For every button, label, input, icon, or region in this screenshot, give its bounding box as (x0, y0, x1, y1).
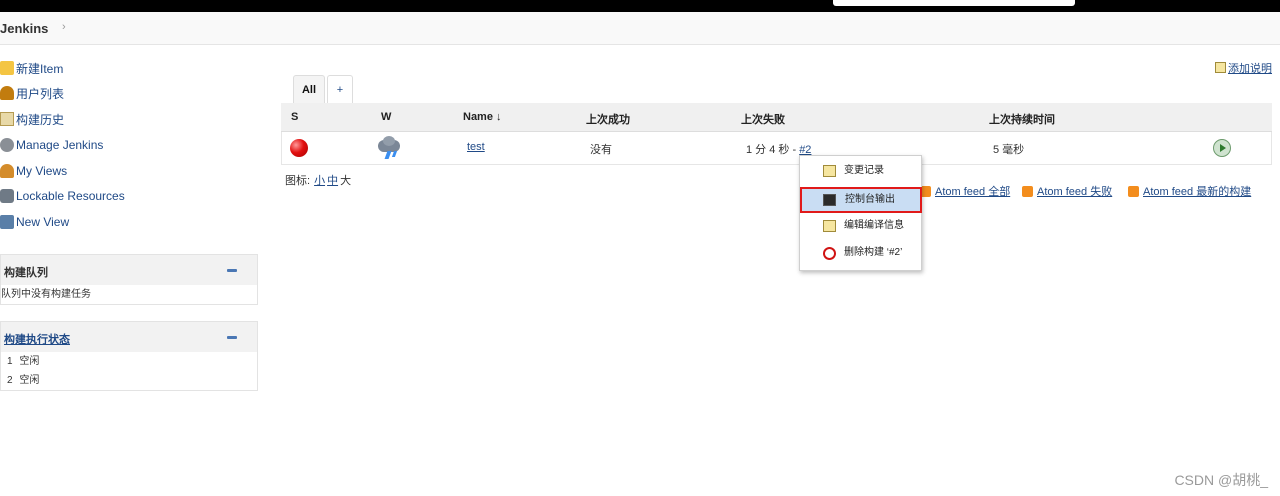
sidebar-item-new-view[interactable]: New View (0, 212, 69, 232)
tab-add-view[interactable]: + (327, 75, 353, 104)
feed-all-link[interactable]: Atom feed 全部 (920, 183, 1010, 199)
feed-label: Atom feed 失败 (1037, 186, 1113, 198)
search-box[interactable] (833, 0, 1075, 6)
sidebar-item-new-item[interactable]: 新建Item (0, 58, 63, 78)
sidebar-item-build-history[interactable]: 构建历史 (0, 109, 64, 129)
people-icon (0, 86, 14, 100)
job-name-link[interactable]: test (467, 141, 485, 153)
last-success-value: 没有 (590, 144, 612, 156)
tab-all[interactable]: All (293, 75, 325, 104)
executors-header: 构建执行状态 (1, 322, 257, 352)
breadcrumb-jenkins-home[interactable]: Jenkins (0, 21, 48, 36)
menu-item-label: 编辑编译信息 (844, 220, 904, 231)
top-header-bar (0, 0, 1280, 12)
column-header-name[interactable]: Name ↓ (463, 111, 502, 123)
feed-label: Atom feed 最新的构建 (1143, 186, 1252, 198)
sidebar-item-lockable-resources[interactable]: Lockable Resources (0, 186, 125, 206)
user-icon (0, 164, 14, 178)
sidebar-item-label: New View (16, 215, 70, 229)
menu-item-label: 删除构建 ‘#2’ (844, 247, 903, 258)
menu-item-edit-build-info[interactable]: 编辑编译信息 (801, 214, 920, 238)
executor-status: 空闲 (19, 356, 40, 367)
icon-size-large[interactable]: 大 (340, 175, 351, 187)
sidebar-item-label: Lockable Resources (16, 189, 125, 203)
icon-size-legend: 图标: 小中大 (285, 172, 351, 188)
build-queue-header: 构建队列 (1, 255, 257, 285)
gear-icon (0, 138, 14, 152)
build-queue-title: 构建队列 (4, 267, 48, 279)
feed-label: Atom feed 全部 (935, 186, 1011, 198)
new-item-icon (0, 61, 14, 75)
schedule-build-icon[interactable] (1213, 139, 1231, 157)
column-header-last-failure[interactable]: 上次失败 (741, 111, 785, 127)
build-context-menu: 变更记录 控制台输出 编辑编译信息 删除构建 ‘#2’ (799, 155, 922, 271)
menu-item-delete-build[interactable]: 删除构建 ‘#2’ (801, 241, 920, 265)
table-row: test 没有 1 分 4 秒 - #2 5 毫秒 (281, 132, 1272, 165)
menu-item-label: 变更记录 (844, 165, 884, 176)
sidebar-item-manage-jenkins[interactable]: Manage Jenkins (0, 135, 103, 155)
add-description-label: 添加说明 (1228, 63, 1272, 75)
executor-number: 1 (7, 356, 13, 367)
executor-number: 2 (7, 375, 13, 386)
lock-icon (0, 189, 14, 203)
table-header: S W Name ↓ 上次成功 上次失败 上次持续时间 (281, 103, 1272, 132)
menu-item-console-output[interactable]: 控制台输出 (800, 187, 922, 213)
status-failed-icon (290, 139, 308, 157)
sidebar-item-label: 用户列表 (16, 86, 65, 101)
sidebar-item-people[interactable]: 用户列表 (0, 83, 64, 103)
last-failure-time: 1 分 4 秒 - (746, 144, 800, 156)
notepad-icon (823, 165, 836, 177)
executor-row: 2 空闲 (1, 371, 257, 390)
edit-note-icon (1215, 62, 1226, 73)
add-description-link[interactable]: 添加说明 (1215, 60, 1272, 76)
column-header-last-duration[interactable]: 上次持续时间 (989, 111, 1055, 127)
icon-size-label: 图标: (285, 175, 311, 187)
column-header-status[interactable]: S (291, 111, 298, 123)
folder-icon (0, 215, 14, 229)
weather-storm-icon (378, 136, 402, 159)
menu-item-changes[interactable]: 变更记录 (801, 159, 920, 183)
last-duration-value: 5 毫秒 (993, 144, 1025, 156)
menu-item-label: 控制台输出 (845, 194, 895, 205)
sidebar-item-label: Manage Jenkins (16, 138, 104, 152)
collapse-icon[interactable] (227, 269, 237, 272)
rss-icon (1128, 186, 1139, 197)
sidebar-item-label: 构建历史 (16, 112, 65, 127)
feed-latest-link[interactable]: Atom feed 最新的构建 (1128, 183, 1251, 199)
executor-status: 空闲 (19, 375, 40, 386)
icon-size-small[interactable]: 小 (314, 175, 325, 187)
executors-pane: 构建执行状态 1 空闲 2 空闲 (0, 321, 258, 391)
delete-icon (823, 247, 836, 260)
collapse-icon[interactable] (227, 336, 237, 339)
executor-row: 1 空闲 (1, 352, 257, 371)
sidebar-item-my-views[interactable]: My Views (0, 161, 67, 181)
sidebar-item-label: My Views (16, 164, 68, 178)
breadcrumb: Jenkins › (0, 12, 1280, 45)
column-header-last-success[interactable]: 上次成功 (586, 111, 630, 127)
column-header-weather[interactable]: W (381, 111, 391, 123)
executors-title[interactable]: 构建执行状态 (4, 331, 70, 347)
rss-icon (1022, 186, 1033, 197)
icon-size-medium[interactable]: 中 (327, 175, 338, 187)
build-history-icon (0, 112, 14, 126)
build-queue-pane: 构建队列 队列中没有构建任务 (0, 254, 258, 305)
breadcrumb-chevron-icon[interactable]: › (62, 21, 66, 33)
feed-failed-link[interactable]: Atom feed 失败 (1022, 183, 1112, 199)
watermark: CSDN @胡桃_ (1174, 472, 1268, 488)
edit-icon (823, 220, 836, 232)
build-queue-empty: 队列中没有构建任务 (1, 289, 91, 300)
sidebar-item-label: 新建Item (16, 61, 64, 76)
terminal-icon (823, 194, 836, 206)
